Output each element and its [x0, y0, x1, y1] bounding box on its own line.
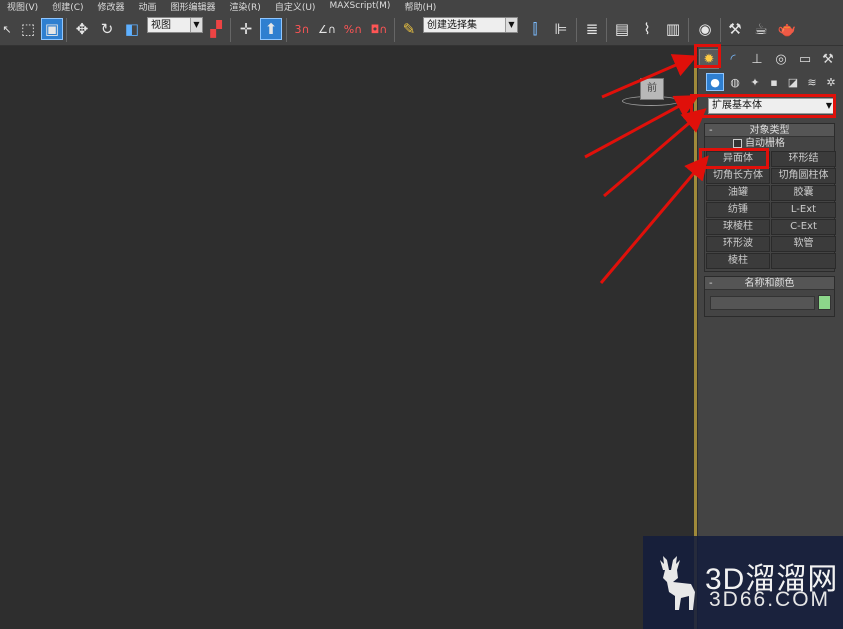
angle-snap-icon[interactable]: ∠∩	[316, 18, 338, 40]
helpers-icon[interactable]: ◪	[784, 73, 802, 91]
reference-coord-dropdown[interactable]: 视图 ▼	[147, 17, 203, 33]
cameras-icon[interactable]: ▪	[765, 73, 783, 91]
spinner-snap-icon[interactable]: ◘∩	[368, 18, 390, 40]
collapse-icon: -	[709, 278, 713, 289]
window-crossing-icon[interactable]: ▣	[41, 18, 63, 40]
systems-icon[interactable]: ✲	[822, 73, 840, 91]
percent-snap-icon[interactable]: %∩	[342, 18, 364, 40]
select-icon[interactable]: ↖	[0, 18, 18, 40]
empty-slot	[771, 253, 836, 269]
render-setup-icon[interactable]: ⚒	[724, 18, 746, 40]
object-type-title: 对象类型	[749, 125, 790, 136]
rendered-frame-icon[interactable]: ☕	[750, 18, 772, 40]
object-color-swatch[interactable]	[818, 295, 831, 310]
mirror-icon[interactable]: ⫿	[524, 18, 546, 40]
toolbar-separator	[606, 18, 607, 42]
name-color-title: 名称和颜色	[744, 278, 795, 289]
edit-named-selection-icon[interactable]: ✎	[398, 18, 420, 40]
oil-tank-button[interactable]: 油罐	[706, 185, 770, 201]
object-type-rollout: - 对象类型 自动栅格 异面体 环形结 切角长方体 切角圆柱体 油罐 胶囊 纺锤…	[704, 123, 836, 272]
scale-icon[interactable]: ◧	[121, 18, 143, 40]
snap-move-icon[interactable]: ✛	[235, 18, 257, 40]
shapes-icon[interactable]: ◍	[726, 73, 744, 91]
l-ext-button[interactable]: L-Ext	[771, 202, 836, 218]
lights-icon[interactable]: ✦	[746, 73, 764, 91]
name-row	[705, 290, 834, 316]
perspective-viewport[interactable]	[0, 46, 697, 629]
toolbar-separator	[286, 18, 287, 42]
menu-help[interactable]: 帮助(H)	[397, 0, 443, 13]
menu-create[interactable]: 创建(C)	[45, 0, 90, 13]
toolbar-separator	[576, 18, 577, 42]
capsule-button[interactable]: 胶囊	[771, 185, 836, 201]
chamfer-box-button[interactable]: 切角长方体	[706, 168, 770, 184]
c-ext-button[interactable]: C-Ext	[771, 219, 836, 235]
space-warps-icon[interactable]: ≋	[803, 73, 821, 91]
move-icon[interactable]: ✥	[71, 18, 93, 40]
select-manipulate-icon[interactable]: ⬆	[260, 18, 282, 40]
menu-bar: 视图(V) 创建(C) 修改器 动画 图形编辑器 渲染(R) 自定义(U) MA…	[0, 0, 843, 13]
annotation-box-create-tab	[694, 44, 721, 68]
snap-3d-icon[interactable]: 3∩	[291, 18, 313, 40]
menu-modifiers[interactable]: 修改器	[91, 0, 132, 13]
watermark: 3D溜溜网 3D66.COM	[643, 536, 843, 629]
named-selection-value: 创建选择集	[427, 20, 477, 31]
hose-button[interactable]: 软管	[771, 236, 836, 252]
named-selection-dropdown[interactable]: 创建选择集 ▼	[423, 17, 518, 33]
object-name-input[interactable]	[710, 296, 815, 310]
menu-animation[interactable]: 动画	[132, 0, 164, 13]
name-color-rollout: - 名称和颜色	[704, 276, 835, 317]
motion-tab-icon[interactable]: ◎	[771, 49, 791, 69]
viewcube[interactable]: 前	[640, 78, 664, 100]
deer-logo	[660, 550, 695, 610]
render-icon[interactable]: 🫖	[776, 18, 798, 40]
watermark-domain: 3D66.COM	[709, 588, 831, 611]
menu-rendering[interactable]: 渲染(R)	[223, 0, 268, 13]
prism-button[interactable]: 棱柱	[706, 253, 770, 269]
utilities-tab-icon[interactable]: ⚒	[818, 49, 838, 69]
annotation-box-category	[690, 94, 836, 118]
gengon-button[interactable]: 球棱柱	[706, 219, 770, 235]
name-color-rollout-header[interactable]: - 名称和颜色	[705, 277, 834, 290]
schematic-view-icon[interactable]: ▥	[662, 18, 684, 40]
geometry-icon[interactable]: ●	[706, 73, 724, 91]
torus-knot-button[interactable]: 环形结	[771, 151, 836, 167]
ringwave-button[interactable]: 环形波	[706, 236, 770, 252]
modify-tab-icon[interactable]: ◜	[723, 49, 743, 69]
collapse-icon: -	[709, 125, 713, 136]
menu-maxscript[interactable]: MAXScript(M)	[322, 1, 397, 11]
scene-explorer-icon[interactable]: ▤	[611, 18, 633, 40]
menu-customize[interactable]: 自定义(U)	[268, 0, 323, 13]
toolbar-separator	[66, 18, 67, 42]
object-type-rollout-header[interactable]: - 对象类型	[705, 124, 834, 137]
chamfer-cyl-button[interactable]: 切角圆柱体	[771, 168, 836, 184]
align-icon[interactable]: ⊫	[550, 18, 572, 40]
toolbar-separator	[394, 18, 395, 42]
chevron-down-icon: ▼	[505, 18, 517, 32]
chevron-down-icon: ▼	[190, 18, 202, 32]
toolbar-separator	[688, 18, 689, 42]
pivot-icon[interactable]: ▞	[205, 18, 227, 40]
menu-graph-editors[interactable]: 图形编辑器	[164, 0, 223, 13]
spindle-button[interactable]: 纺锤	[706, 202, 770, 218]
reference-coord-value: 视图	[151, 20, 171, 31]
display-tab-icon[interactable]: ▭	[795, 49, 815, 69]
toolbar-separator	[230, 18, 231, 42]
autogrid-checkbox[interactable]	[733, 139, 742, 148]
hierarchy-tab-icon[interactable]: ⊥	[747, 49, 767, 69]
main-toolbar: ↖ ⬚ ▣ ✥ ↻ ◧ 视图 ▼ ▞ ✛ ⬆ 3∩ ∠∩ %∩ ◘∩ ✎ 创建选…	[0, 12, 843, 46]
rotate-icon[interactable]: ↻	[96, 18, 118, 40]
curve-editor-icon[interactable]: ⌇	[636, 18, 658, 40]
toolbar-separator	[720, 18, 721, 42]
rect-select-icon[interactable]: ⬚	[17, 18, 39, 40]
menu-view[interactable]: 视图(V)	[0, 0, 45, 13]
annotation-box-hedra	[699, 148, 769, 169]
layer-icon[interactable]: ≣	[581, 18, 603, 40]
material-editor-icon[interactable]: ◉	[694, 18, 716, 40]
